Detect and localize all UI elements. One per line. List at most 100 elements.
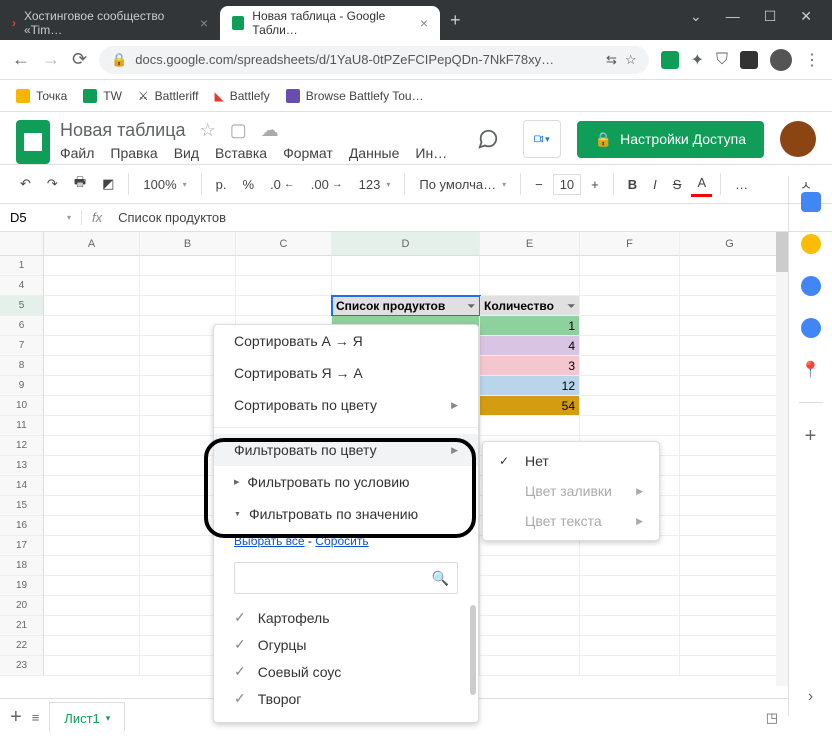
cell[interactable]: [680, 576, 780, 596]
decrease-decimal-button[interactable]: .0←: [264, 173, 301, 196]
menu-view[interactable]: Вид: [174, 145, 199, 161]
formula-input[interactable]: Список продуктов: [112, 210, 232, 225]
row-header[interactable]: 18: [0, 556, 44, 576]
row-header[interactable]: 12: [0, 436, 44, 456]
percent-button[interactable]: %: [237, 173, 261, 196]
extension-icon[interactable]: [740, 51, 758, 69]
vertical-scrollbar[interactable]: [776, 232, 788, 686]
sort-by-color-item[interactable]: Сортировать по цвету▶: [214, 389, 478, 421]
sort-az-item[interactable]: Сортировать А → Я: [214, 325, 478, 357]
cell[interactable]: [680, 636, 780, 656]
cell[interactable]: [140, 276, 236, 296]
calendar-icon[interactable]: [801, 192, 821, 212]
cell[interactable]: [44, 336, 140, 356]
cell[interactable]: [580, 276, 680, 296]
row-header[interactable]: 9: [0, 376, 44, 396]
cell[interactable]: [580, 336, 680, 356]
cell[interactable]: [332, 256, 480, 276]
cell[interactable]: [580, 616, 680, 636]
cell[interactable]: 4: [480, 336, 580, 356]
close-icon[interactable]: ×: [200, 15, 208, 31]
row-header[interactable]: 21: [0, 616, 44, 636]
select-all-link[interactable]: Выбрать все: [234, 534, 305, 548]
add-sheet-button[interactable]: +: [10, 706, 22, 729]
row-header[interactable]: 14: [0, 476, 44, 496]
cell[interactable]: [580, 596, 680, 616]
cell[interactable]: [680, 376, 780, 396]
maps-icon[interactable]: 📍: [801, 360, 821, 380]
cell[interactable]: [680, 596, 780, 616]
bookmark-icon[interactable]: ⛉: [716, 51, 728, 69]
cell[interactable]: [44, 276, 140, 296]
filter-search-input[interactable]: 🔍: [234, 562, 458, 594]
browser-tab-active[interactable]: Новая таблица - Google Табли… ×: [220, 6, 440, 40]
currency-button[interactable]: р.: [210, 173, 233, 196]
new-tab-button[interactable]: +: [440, 10, 471, 31]
extension-icon[interactable]: [661, 51, 679, 69]
row-header[interactable]: 13: [0, 456, 44, 476]
reset-link[interactable]: Сбросить: [315, 534, 368, 548]
cell[interactable]: [44, 456, 140, 476]
column-header[interactable]: E: [480, 232, 580, 256]
share-button[interactable]: 🔒 Настройки Доступа: [577, 121, 764, 158]
cell[interactable]: [680, 616, 780, 636]
move-icon[interactable]: ▢: [230, 120, 247, 141]
cell[interactable]: 12: [480, 376, 580, 396]
all-sheets-button[interactable]: ≡: [32, 710, 40, 725]
cell[interactable]: [44, 596, 140, 616]
cell[interactable]: [44, 316, 140, 336]
cell[interactable]: [680, 436, 780, 456]
column-header[interactable]: F: [580, 232, 680, 256]
row-header[interactable]: 6: [0, 316, 44, 336]
column-header[interactable]: A: [44, 232, 140, 256]
undo-button[interactable]: ↶: [14, 172, 37, 196]
minimize-icon[interactable]: —: [726, 8, 740, 25]
cell[interactable]: [44, 656, 140, 676]
cell[interactable]: [44, 496, 140, 516]
cell[interactable]: [580, 396, 680, 416]
more-toolbar-button[interactable]: …: [729, 173, 754, 196]
cell[interactable]: [480, 256, 580, 276]
row-header[interactable]: 10: [0, 396, 44, 416]
browser-tab-inactive[interactable]: › Хостинговое сообщество «Tim… ×: [0, 6, 220, 40]
cell[interactable]: [480, 576, 580, 596]
font-select[interactable]: По умолча…: [413, 173, 512, 196]
cell[interactable]: [580, 376, 680, 396]
menu-file[interactable]: Файл: [60, 145, 94, 161]
cell[interactable]: [140, 296, 236, 316]
row-header[interactable]: 1: [0, 256, 44, 276]
row-header[interactable]: 7: [0, 336, 44, 356]
add-addon-icon[interactable]: +: [805, 425, 817, 448]
cell[interactable]: [44, 476, 140, 496]
sheets-logo[interactable]: [16, 120, 50, 164]
meet-button[interactable]: ▾: [523, 120, 561, 158]
explore-button[interactable]: ◳: [766, 710, 778, 726]
cell[interactable]: [580, 356, 680, 376]
bookmark-item[interactable]: ◣Battlefy: [214, 89, 269, 103]
font-size-input[interactable]: 10: [553, 174, 581, 195]
cell[interactable]: [580, 576, 680, 596]
cell[interactable]: [44, 256, 140, 276]
cell[interactable]: [580, 316, 680, 336]
bookmark-item[interactable]: ⚔Battleriff: [138, 89, 199, 103]
submenu-none[interactable]: ✓Нет: [483, 446, 659, 476]
name-box[interactable]: D5▾: [0, 210, 82, 225]
row-header[interactable]: 22: [0, 636, 44, 656]
cell[interactable]: [44, 516, 140, 536]
redo-button[interactable]: ↷: [41, 172, 64, 196]
select-all-corner[interactable]: [0, 232, 44, 256]
reload-button[interactable]: ⟳: [72, 49, 87, 70]
row-header[interactable]: 8: [0, 356, 44, 376]
row-header[interactable]: 17: [0, 536, 44, 556]
cell[interactable]: [44, 376, 140, 396]
print-button[interactable]: 🖶: [68, 169, 92, 199]
sort-za-item[interactable]: Сортировать Я → А: [214, 357, 478, 389]
star-icon[interactable]: ☆: [625, 52, 637, 68]
collapse-panel-icon[interactable]: ›: [808, 688, 813, 706]
cell[interactable]: [680, 396, 780, 416]
row-header[interactable]: 19: [0, 576, 44, 596]
menu-edit[interactable]: Правка: [110, 145, 157, 161]
menu-data[interactable]: Данные: [349, 145, 400, 161]
maximize-icon[interactable]: ☐: [764, 8, 777, 25]
filter-value-item[interactable]: ✓Огурцы: [234, 631, 458, 658]
